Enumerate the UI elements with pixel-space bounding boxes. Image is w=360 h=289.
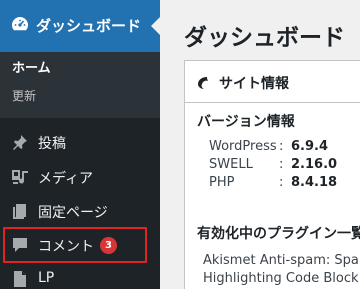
version-separator: : (279, 157, 284, 172)
current-menu-arrow (151, 17, 160, 35)
version-row-php: PHP:8.4.18 (209, 175, 337, 190)
media-icon (10, 167, 30, 187)
pushpin-icon (10, 132, 30, 152)
version-separator: : (279, 139, 284, 154)
main-content: ダッシュボード サイト情報 バージョン情報 WordPress:6.9.4 SW… (160, 0, 360, 289)
comments-highlight-box (3, 227, 147, 263)
page-title: ダッシュボード (184, 25, 345, 51)
submenu-item-update[interactable]: 更新 (12, 87, 36, 104)
panel-header[interactable]: サイト情報 (185, 61, 360, 103)
swell-logo-icon (197, 75, 211, 89)
plugins-section-title: 有効化中のプラグイン一覧 (197, 226, 360, 242)
version-value: 2.16.0 (291, 157, 338, 172)
panel-title: サイト情報 (219, 76, 289, 92)
dashboard-gauge-icon (10, 14, 30, 34)
plugin-item: Akismet Anti-spam: Spam Protection (203, 253, 360, 268)
sidebar-item-label: ダッシュボード (36, 17, 142, 35)
sidebar-item-posts[interactable]: 投稿 (0, 126, 160, 158)
sidebar-item-label: LP (38, 270, 55, 286)
sidebar-item-label: メディア (38, 171, 94, 187)
version-value: 8.4.18 (291, 175, 338, 190)
version-row-wordpress: WordPress:6.9.4 (209, 139, 328, 154)
version-name: PHP (209, 175, 235, 190)
version-separator: : (279, 175, 284, 190)
dashboard-submenu: ホーム 更新 (0, 52, 160, 118)
sidebar-item-lp[interactable]: LP (0, 263, 160, 289)
version-value: 6.9.4 (291, 139, 329, 154)
admin-sidebar: ダッシュボード ホーム 更新 投稿 メディア 固定ページ コメント 3 LP (0, 0, 160, 289)
version-row-swell: SWELL:2.16.0 (209, 157, 337, 172)
site-info-panel: サイト情報 バージョン情報 WordPress:6.9.4 SWELL:2.16… (184, 60, 360, 289)
document-icon (10, 269, 30, 289)
page-icon (10, 201, 30, 221)
submenu-item-home[interactable]: ホーム (12, 57, 51, 76)
version-name: SWELL (209, 157, 253, 172)
sidebar-item-label: 固定ページ (38, 205, 108, 221)
plugin-item: Highlighting Code Block (203, 271, 359, 286)
sidebar-item-label: 投稿 (38, 136, 66, 152)
sidebar-item-pages[interactable]: 固定ページ (0, 195, 160, 227)
sidebar-item-dashboard[interactable]: ダッシュボード (0, 0, 160, 52)
version-name: WordPress (209, 139, 277, 154)
version-section-title: バージョン情報 (197, 114, 295, 130)
sidebar-item-media[interactable]: メディア (0, 161, 160, 193)
